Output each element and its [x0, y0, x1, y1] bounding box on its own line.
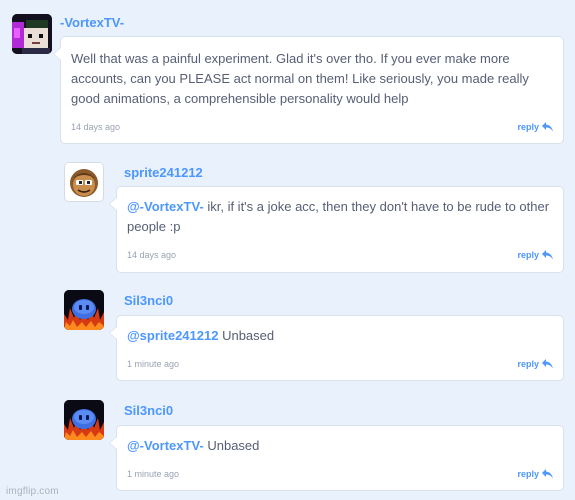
comment-sil3nci0-2: Sil3nci0 @-VortexTV- Unbased 1 minute ag…: [0, 390, 575, 495]
blue-blob-fire-avatar-icon: [64, 290, 104, 330]
reply-button[interactable]: reply: [517, 469, 553, 479]
reply-button[interactable]: reply: [517, 250, 553, 260]
reply-button[interactable]: reply: [517, 122, 553, 132]
watermark: imgflip.com: [6, 486, 59, 497]
comment-username[interactable]: Sil3nci0: [124, 293, 173, 308]
reply-label: reply: [517, 250, 539, 260]
glitch-character-avatar-icon: [12, 14, 52, 54]
mention-link[interactable]: @-VortexTV-: [127, 199, 204, 214]
comment-username[interactable]: -VortexTV-: [60, 15, 124, 30]
comment-bubble: @-VortexTV- ikr, if it's a joke acc, the…: [109, 186, 564, 273]
comment-text: @-VortexTV- Unbased: [127, 436, 557, 456]
comment-text: Well that was a painful experiment. Glad…: [71, 49, 541, 109]
blue-blob-fire-avatar-icon: [64, 400, 104, 440]
comment-text: @-VortexTV- ikr, if it's a joke acc, the…: [127, 197, 557, 237]
reply-label: reply: [517, 469, 539, 479]
comment-body: Unbased: [218, 328, 275, 343]
comment-bubble: @sprite241212 Unbased 1 minute ago reply: [109, 315, 564, 381]
reply-arrow-icon: [542, 359, 553, 369]
comment-username[interactable]: sprite241212: [124, 165, 203, 180]
comment-username[interactable]: Sil3nci0: [124, 403, 173, 418]
comment-sil3nci0-1: Sil3nci0 @sprite241212 Unbased 1 minute …: [0, 280, 575, 385]
comment-sprite241212: sprite241212 @-VortexTV- ikr, if it's a …: [0, 150, 575, 275]
comment-body: Unbased: [203, 438, 260, 453]
avatar[interactable]: [64, 290, 104, 330]
comment-text: @sprite241212 Unbased: [127, 326, 557, 346]
comment-vortextv: -VortexTV- Well that was a painful exper…: [0, 0, 575, 145]
comment-timestamp: 1 minute ago: [127, 359, 180, 369]
comment-timestamp: 14 days ago: [127, 250, 177, 260]
avatar[interactable]: [64, 162, 104, 202]
mention-link[interactable]: @-VortexTV-: [127, 438, 204, 453]
mention-link[interactable]: @sprite241212: [127, 328, 218, 343]
reply-arrow-icon: [542, 122, 553, 132]
reply-arrow-icon: [542, 250, 553, 260]
reply-button[interactable]: reply: [517, 359, 553, 369]
cartoon-face-avatar-icon: [65, 163, 103, 201]
comment-body: Well that was a painful experiment. Glad…: [71, 51, 529, 106]
reply-arrow-icon: [542, 469, 553, 479]
avatar[interactable]: [12, 14, 52, 54]
comment-bubble: @-VortexTV- Unbased 1 minute ago reply: [109, 425, 564, 491]
comment-bubble: Well that was a painful experiment. Glad…: [53, 36, 564, 144]
reply-label: reply: [517, 122, 539, 132]
reply-label: reply: [517, 359, 539, 369]
avatar[interactable]: [64, 400, 104, 440]
comment-timestamp: 14 days ago: [71, 122, 121, 132]
comment-timestamp: 1 minute ago: [127, 469, 180, 479]
